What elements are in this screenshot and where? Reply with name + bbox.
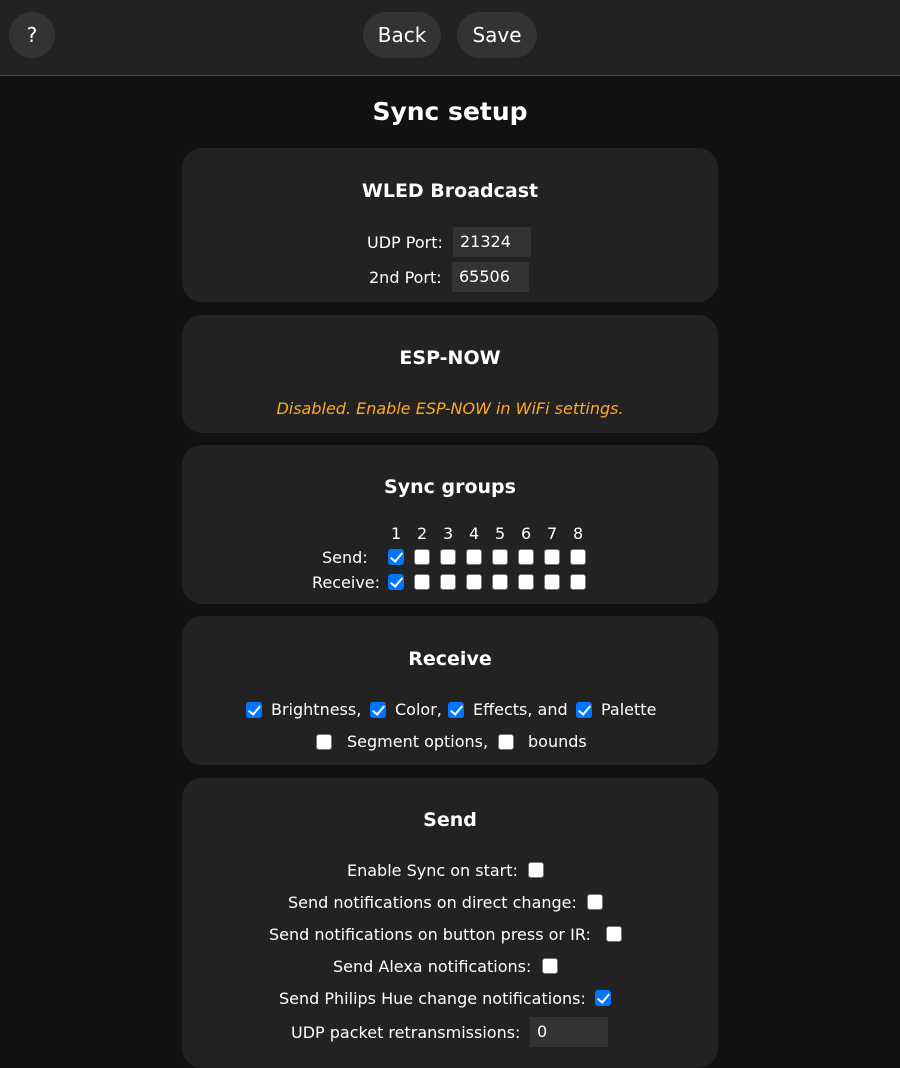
- send-group-1-checkbox[interactable]: [388, 549, 404, 565]
- retransmissions-label: UDP packet retransmissions:: [291, 1023, 521, 1042]
- enable-sync-label: Enable Sync on start:: [347, 861, 518, 880]
- send-group-8-checkbox[interactable]: [570, 549, 586, 565]
- group-number-1: 1: [391, 524, 402, 543]
- direct-change-label: Send notifications on direct change:: [288, 893, 577, 912]
- palette-label: Palette: [601, 700, 657, 719]
- receive-groups-label: Receive:: [312, 573, 381, 592]
- button-press-label: Send notifications on button press or IR…: [269, 925, 591, 944]
- bounds-label: bounds: [528, 732, 587, 751]
- hue-label: Send Philips Hue change notifications:: [279, 989, 586, 1008]
- help-button[interactable]: ?: [9, 12, 55, 58]
- udp-port-input[interactable]: 21324: [453, 227, 531, 257]
- group-number-7: 7: [547, 524, 558, 543]
- direct-change-checkbox[interactable]: [587, 894, 603, 910]
- segment-options-checkbox[interactable]: [316, 734, 332, 750]
- send-group-3-checkbox[interactable]: [440, 549, 456, 565]
- send-card: Send Enable Sync on start: Send notifica…: [182, 778, 718, 1068]
- retransmissions-input[interactable]: 0: [530, 1017, 608, 1047]
- wled-broadcast-title: WLED Broadcast: [361, 180, 539, 202]
- palette-checkbox[interactable]: [576, 702, 592, 718]
- hue-checkbox[interactable]: [595, 990, 611, 1006]
- group-number-3: 3: [443, 524, 454, 543]
- effects-checkbox[interactable]: [448, 702, 464, 718]
- send-group-7-checkbox[interactable]: [544, 549, 560, 565]
- receive-group-4-checkbox[interactable]: [466, 574, 482, 590]
- receive-group-8-checkbox[interactable]: [570, 574, 586, 590]
- sync-groups-card: Sync groups 12345678 Send: Receive:: [182, 445, 718, 604]
- send-title: Send: [423, 809, 477, 831]
- esp-now-status: Disabled. Enable ESP-NOW in WiFi setting…: [276, 399, 624, 418]
- top-toolbar: ? Back Save: [0, 0, 900, 76]
- wled-broadcast-card: WLED Broadcast UDP Port: 21324 2nd Port:…: [182, 148, 718, 302]
- send-group-5-checkbox[interactable]: [492, 549, 508, 565]
- receive-group-7-checkbox[interactable]: [544, 574, 560, 590]
- alexa-label: Send Alexa notifications:: [333, 957, 532, 976]
- brightness-checkbox[interactable]: [246, 702, 262, 718]
- receive-title: Receive: [408, 648, 492, 670]
- effects-label: Effects, and: [473, 700, 568, 719]
- second-port-input[interactable]: 65506: [452, 262, 529, 292]
- back-button[interactable]: Back: [363, 12, 441, 58]
- save-button[interactable]: Save: [457, 12, 537, 58]
- group-number-6: 6: [521, 524, 532, 543]
- group-number-5: 5: [495, 524, 506, 543]
- send-groups-label: Send:: [322, 548, 368, 567]
- enable-sync-checkbox[interactable]: [528, 862, 544, 878]
- second-port-label: 2nd Port:: [369, 268, 442, 287]
- receive-group-6-checkbox[interactable]: [518, 574, 534, 590]
- group-number-2: 2: [417, 524, 428, 543]
- esp-now-card: ESP-NOW Disabled. Enable ESP-NOW in WiFi…: [182, 315, 718, 433]
- receive-card: Receive Brightness, Color, Effects, and …: [182, 616, 718, 765]
- group-number-8: 8: [573, 524, 584, 543]
- receive-group-3-checkbox[interactable]: [440, 574, 456, 590]
- receive-group-1-checkbox[interactable]: [388, 574, 404, 590]
- send-group-6-checkbox[interactable]: [518, 549, 534, 565]
- group-number-4: 4: [469, 524, 480, 543]
- send-group-4-checkbox[interactable]: [466, 549, 482, 565]
- udp-port-label: UDP Port:: [367, 233, 443, 252]
- color-checkbox[interactable]: [370, 702, 386, 718]
- receive-group-2-checkbox[interactable]: [414, 574, 430, 590]
- sync-groups-title: Sync groups: [384, 476, 516, 498]
- button-press-checkbox[interactable]: [606, 926, 622, 942]
- receive-group-5-checkbox[interactable]: [492, 574, 508, 590]
- bounds-checkbox[interactable]: [498, 734, 514, 750]
- alexa-checkbox[interactable]: [542, 958, 558, 974]
- segment-options-label: Segment options,: [347, 732, 489, 751]
- page-title: Sync setup: [372, 97, 528, 126]
- esp-now-title: ESP-NOW: [399, 347, 501, 369]
- brightness-label: Brightness,: [271, 700, 362, 719]
- color-label: Color,: [395, 700, 442, 719]
- send-group-2-checkbox[interactable]: [414, 549, 430, 565]
